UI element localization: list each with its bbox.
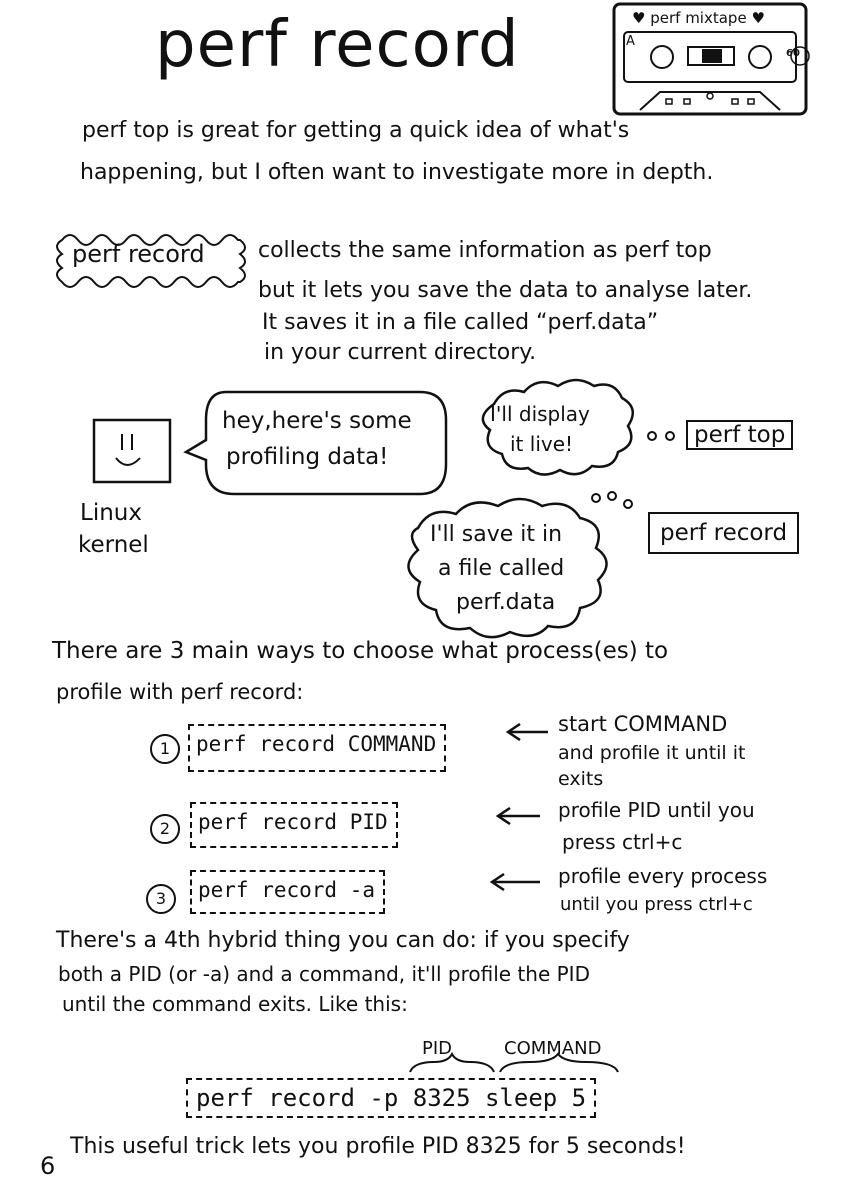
record-thought-line1: I'll save it in: [430, 522, 563, 547]
way-desc-2-line2: press ctrl+c: [562, 830, 683, 854]
top-thought-line1: I'll display: [490, 402, 590, 426]
callout-line-3: It saves it in a file called “perf.data”: [262, 310, 659, 335]
kernel-label-line2: kernel: [78, 532, 149, 558]
callout-term: perf record: [72, 240, 205, 268]
page-title: perf record: [155, 8, 520, 82]
hybrid-line1: There's a 4th hybrid thing you can do: i…: [56, 928, 630, 953]
thought-dot: [591, 493, 601, 503]
hybrid-line2: both a PID (or -a) and a command, it'll …: [58, 962, 590, 986]
way-desc-3-line2: until you press ctrl+c: [560, 894, 753, 915]
kernel-speech-line1: hey,here's some: [222, 408, 412, 434]
callout-line-4: in your current directory.: [264, 340, 537, 365]
callout-line-2: but it lets you save the data to analyse…: [258, 278, 753, 303]
pid-label: PID: [422, 1038, 453, 1059]
record-thought-line2: a file called: [438, 556, 565, 581]
way-desc-2-line1: profile PID until you: [558, 798, 755, 822]
way-number-3: 3: [146, 884, 176, 914]
way-number-2: 2: [150, 814, 180, 844]
arrow-left-icon: [495, 806, 540, 826]
way-command-3: perf record -a: [190, 870, 386, 914]
way-desc-3-line1: profile every process: [558, 864, 768, 888]
perf-top-box: perf top: [686, 420, 794, 450]
example-command: perf record -p 8325 sleep 5: [186, 1078, 597, 1118]
hybrid-line3: until the command exits. Like this:: [62, 992, 408, 1016]
kernel-speech-line2: profiling data!: [226, 444, 389, 470]
thought-dot: [647, 431, 657, 441]
arrow-left-icon: [489, 872, 540, 892]
footer-text: This useful trick lets you profile PID 8…: [70, 1134, 686, 1159]
page-number: 6: [40, 1152, 56, 1180]
record-thought-line3: perf.data: [456, 590, 556, 615]
way-desc-1-line2: and profile it until it: [558, 742, 746, 764]
way-desc-1-line3: exits: [558, 768, 604, 790]
intro-line-1: perf top is great for getting a quick id…: [82, 118, 630, 143]
thought-dot: [623, 499, 633, 509]
ways-intro-line2: profile with perf record:: [56, 680, 304, 704]
command-label: COMMAND: [504, 1038, 602, 1059]
heart-icon: ♥: [751, 9, 765, 27]
way-number-1: 1: [150, 734, 180, 764]
cassette-side: A: [626, 34, 635, 49]
top-thought-cloud: [481, 378, 635, 476]
cassette-length: 60: [786, 48, 800, 59]
way-desc-1-line1: start COMMAND: [558, 712, 728, 736]
way-command-2: perf record PID: [190, 802, 398, 848]
heart-icon: ♥: [632, 9, 646, 27]
way-command-1: perf record COMMAND: [188, 724, 447, 772]
ways-intro-line1: There are 3 main ways to choose what pro…: [52, 638, 669, 664]
thought-dot: [665, 431, 675, 441]
top-thought-line2: it live!: [510, 432, 574, 456]
perf-record-box: perf record: [648, 512, 800, 554]
thought-dot: [607, 491, 617, 501]
kernel-face-icon: [92, 418, 172, 484]
arrow-left-icon: [505, 722, 548, 742]
cassette-label: ♥ perf mixtape ♥: [632, 9, 765, 27]
intro-line-2: happening, but I often want to investiga…: [80, 160, 714, 185]
callout-line-1: collects the same information as perf to…: [258, 238, 712, 263]
kernel-label-line1: Linux: [80, 500, 142, 526]
cassette-label-text: perf mixtape: [650, 9, 747, 27]
